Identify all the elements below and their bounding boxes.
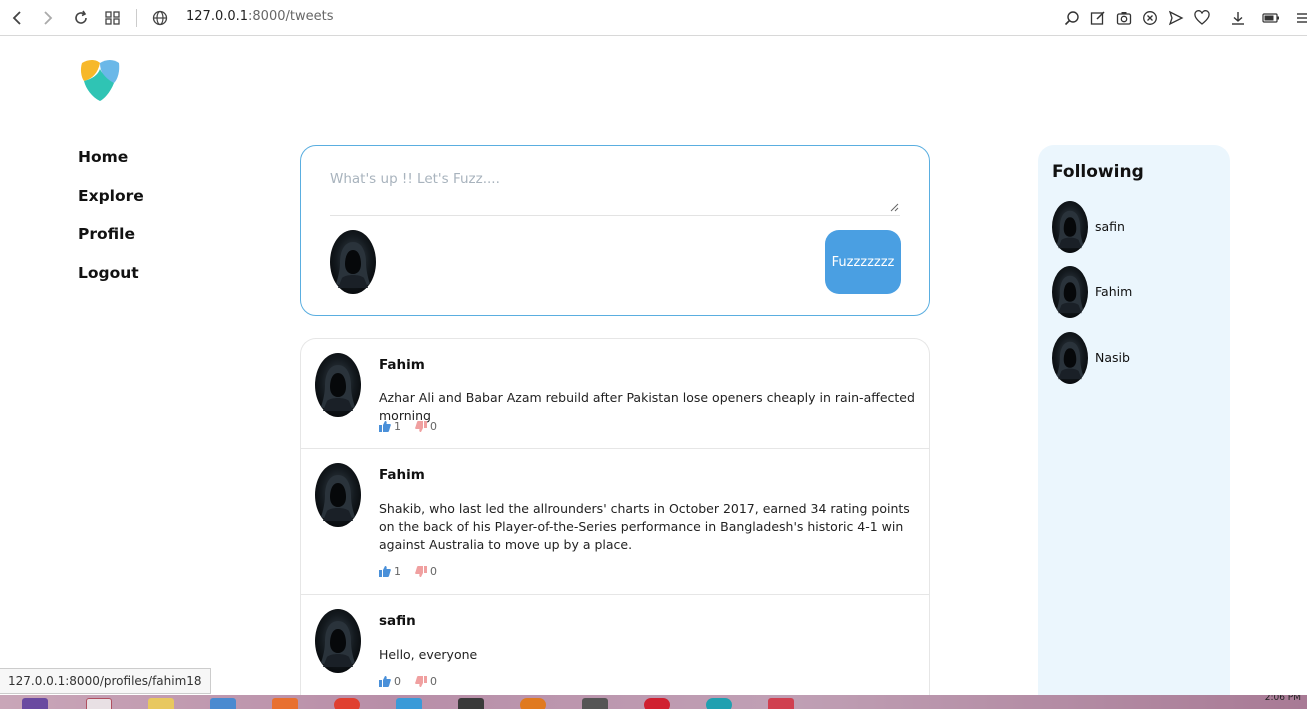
tweet-actions: 1 0: [379, 420, 437, 433]
avatar[interactable]: [315, 463, 361, 527]
globe-icon: [150, 8, 170, 28]
tweet-input[interactable]: What's up !! Let's Fuzz....: [330, 171, 900, 211]
tweet-feed: Fahim Azhar Ali and Babar Azam rebuild a…: [300, 338, 930, 709]
tweet-card: safin Hello, everyone 0 0: [301, 595, 929, 705]
tweet-actions: 1 0: [379, 565, 437, 578]
browser-toolbar: 127.0.0.1:8000/tweets: [0, 0, 1307, 36]
taskbar-app-icon[interactable]: [396, 698, 422, 709]
address-bar[interactable]: 127.0.0.1:8000/tweets: [186, 9, 333, 24]
thumbs-up-icon: [379, 421, 391, 432]
send-icon[interactable]: [1166, 8, 1186, 28]
dislike-button[interactable]: 0: [415, 565, 437, 578]
nav-home[interactable]: Home: [78, 148, 144, 187]
nav-profile[interactable]: Profile: [78, 225, 144, 264]
thumbs-up-icon: [379, 676, 391, 687]
taskbar-app-icon[interactable]: [86, 698, 112, 709]
tweet-text: Shakib, who last led the allrounders' ch…: [379, 501, 910, 552]
taskbar-app-icon[interactable]: [334, 698, 360, 709]
avatar: [1052, 201, 1088, 253]
site-logo[interactable]: [80, 59, 120, 101]
menu-icon[interactable]: [1292, 8, 1307, 28]
url-path: :8000/tweets: [248, 9, 334, 24]
dislike-count: 0: [430, 675, 437, 688]
tweet-author[interactable]: Fahim: [379, 357, 425, 373]
camera-icon[interactable]: [1114, 8, 1134, 28]
download-icon[interactable]: [1228, 8, 1248, 28]
taskbar-app-icon[interactable]: [148, 698, 174, 709]
dislike-count: 0: [430, 420, 437, 433]
composer-divider: [330, 215, 900, 216]
block-icon[interactable]: [1140, 8, 1160, 28]
status-url: 127.0.0.1:8000/profiles/fahim18: [0, 668, 211, 694]
tweet-composer: What's up !! Let's Fuzz.... Fuzzzzzzz: [300, 145, 930, 316]
url-host: 127.0.0.1: [186, 9, 249, 24]
fuzz-button[interactable]: Fuzzzzzzz: [825, 230, 901, 294]
heart-icon[interactable]: [1192, 8, 1212, 28]
like-count: 1: [394, 420, 401, 433]
taskbar-app-icon[interactable]: [458, 698, 484, 709]
forward-icon[interactable]: [38, 8, 58, 28]
avatar[interactable]: [315, 353, 361, 417]
resize-handle-icon[interactable]: [889, 202, 899, 212]
nav-logout[interactable]: Logout: [78, 264, 144, 303]
toolbar-separator: [136, 9, 137, 27]
edit-icon[interactable]: [1088, 8, 1108, 28]
dislike-button[interactable]: 0: [415, 420, 437, 433]
tweet-card: Fahim Shakib, who last led the allrounde…: [301, 449, 929, 595]
following-panel: Following safin Fahim Nasib: [1038, 145, 1230, 709]
following-user[interactable]: Nasib: [1052, 332, 1222, 384]
battery-icon: [1261, 8, 1281, 28]
thumbs-down-icon: [415, 421, 427, 432]
tweet-actions: 0 0: [379, 675, 437, 688]
thumbs-down-icon: [415, 566, 427, 577]
dislike-count: 0: [430, 565, 437, 578]
tweet-text: Azhar Ali and Babar Azam rebuild after P…: [379, 390, 915, 423]
avatar: [1052, 332, 1088, 384]
taskbar-app-icon[interactable]: [768, 698, 794, 709]
taskbar-app-icon[interactable]: [644, 698, 670, 709]
tweet-author[interactable]: safin: [379, 613, 416, 629]
main-nav: Home Explore Profile Logout: [78, 148, 144, 302]
taskbar-app-icon[interactable]: [706, 698, 732, 709]
like-button[interactable]: 0: [379, 675, 401, 688]
taskbar-app-icon[interactable]: [272, 698, 298, 709]
taskbar-app-icon[interactable]: [520, 698, 546, 709]
following-user-name: safin: [1095, 219, 1125, 234]
following-user[interactable]: safin: [1052, 201, 1222, 253]
like-button[interactable]: 1: [379, 565, 401, 578]
avatar[interactable]: [315, 609, 361, 673]
nav-explore[interactable]: Explore: [78, 187, 144, 226]
avatar: [330, 230, 376, 294]
taskbar-clock[interactable]: 2:06 PM: [1265, 695, 1301, 703]
following-title: Following: [1052, 162, 1144, 182]
reload-icon[interactable]: [71, 8, 91, 28]
thumbs-down-icon: [415, 676, 427, 687]
tweet-text: Hello, everyone: [379, 647, 478, 662]
following-user-name: Fahim: [1095, 284, 1133, 299]
dislike-button[interactable]: 0: [415, 675, 437, 688]
back-icon[interactable]: [7, 8, 27, 28]
like-count: 0: [394, 675, 401, 688]
tabs-grid-icon[interactable]: [103, 8, 123, 28]
zoom-icon[interactable]: [1062, 8, 1082, 28]
following-user[interactable]: Fahim: [1052, 266, 1222, 318]
following-user-name: Nasib: [1095, 350, 1130, 365]
taskbar-app-icon[interactable]: [210, 698, 236, 709]
thumbs-up-icon: [379, 566, 391, 577]
like-button[interactable]: 1: [379, 420, 401, 433]
like-count: 1: [394, 565, 401, 578]
os-taskbar: 2:06 PM: [0, 695, 1307, 709]
taskbar-app-icon[interactable]: [582, 698, 608, 709]
tweet-author[interactable]: Fahim: [379, 467, 425, 483]
tweet-card: Fahim Azhar Ali and Babar Azam rebuild a…: [301, 339, 929, 449]
taskbar-app-icon[interactable]: [22, 698, 48, 709]
avatar: [1052, 266, 1088, 318]
